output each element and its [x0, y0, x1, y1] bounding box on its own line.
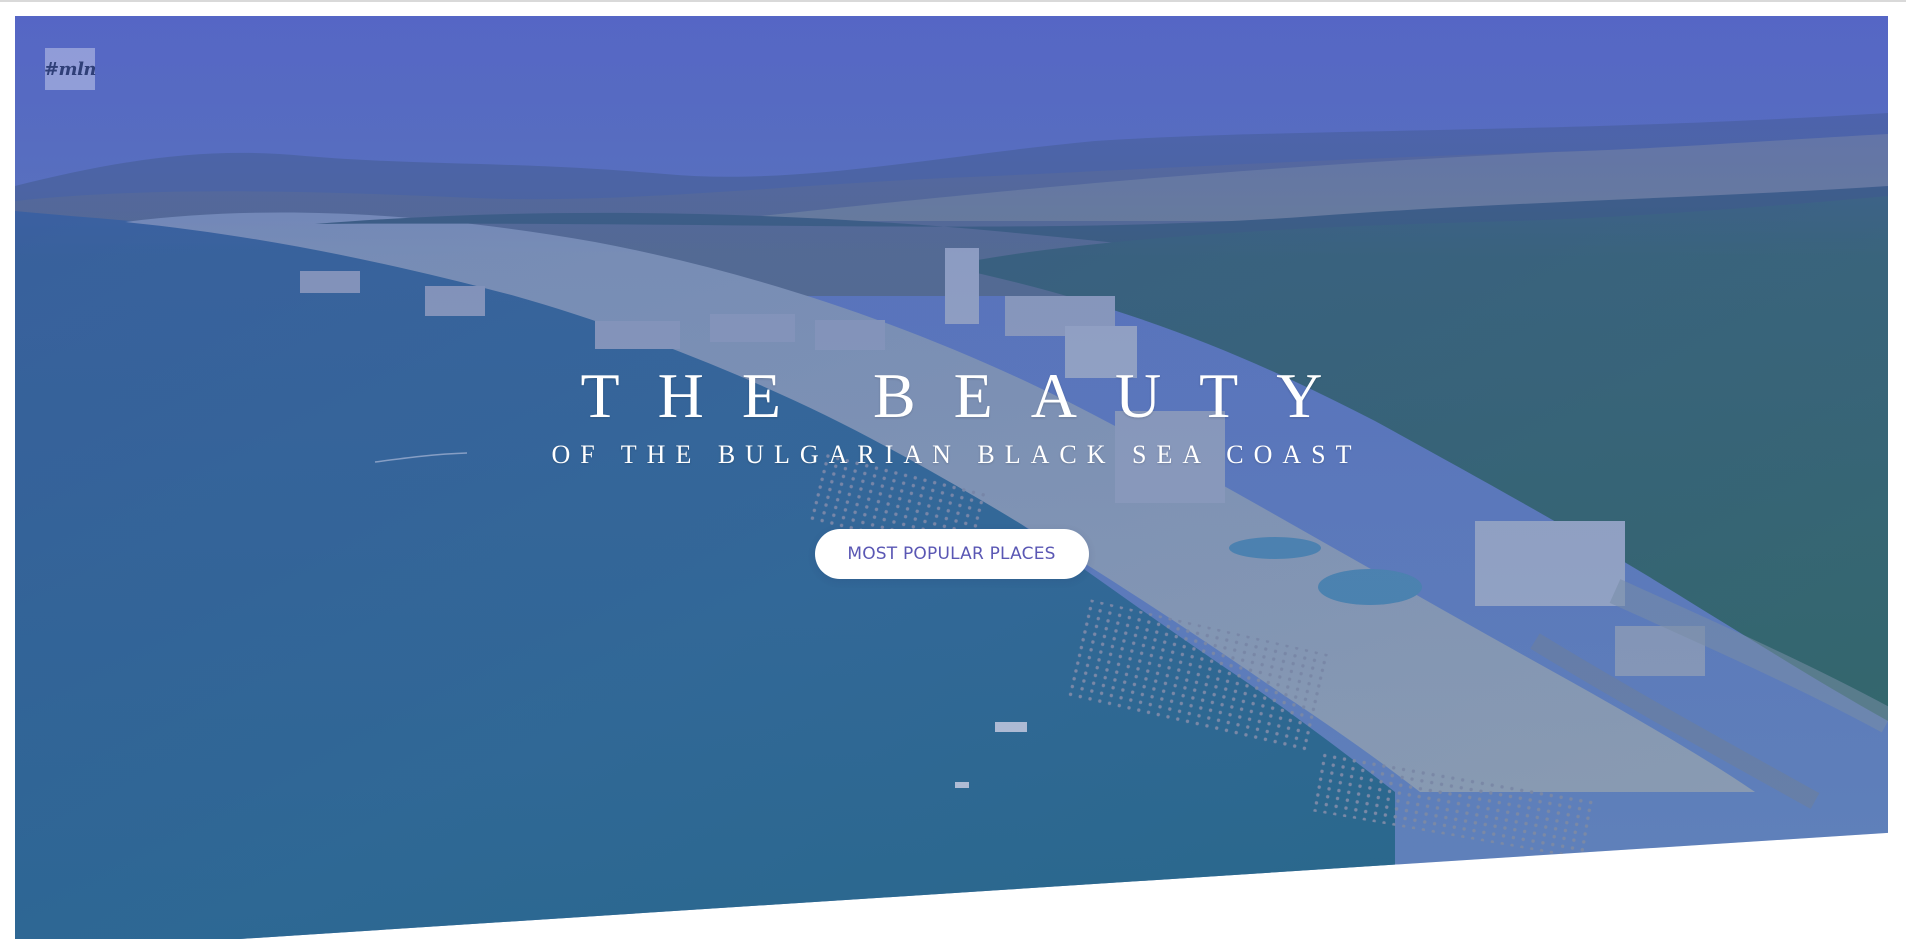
hero-subheadline: OF THE BULGARIAN BLACK SEA COAST — [551, 440, 1362, 469]
most-popular-places-button[interactable]: MOST POPULAR PLACES — [814, 529, 1089, 579]
top-border — [0, 0, 1906, 2]
hero-section: #mln THE BEAUTY OF THE BULGARIAN BLACK S… — [15, 16, 1888, 939]
hero-content: THE BEAUTY OF THE BULGARIAN BLACK SEA CO… — [15, 360, 1888, 579]
site-logo[interactable]: #mln — [44, 48, 97, 90]
page: #mln THE BEAUTY OF THE BULGARIAN BLACK S… — [0, 0, 1906, 939]
hero-headline: THE BEAUTY — [580, 360, 1361, 431]
